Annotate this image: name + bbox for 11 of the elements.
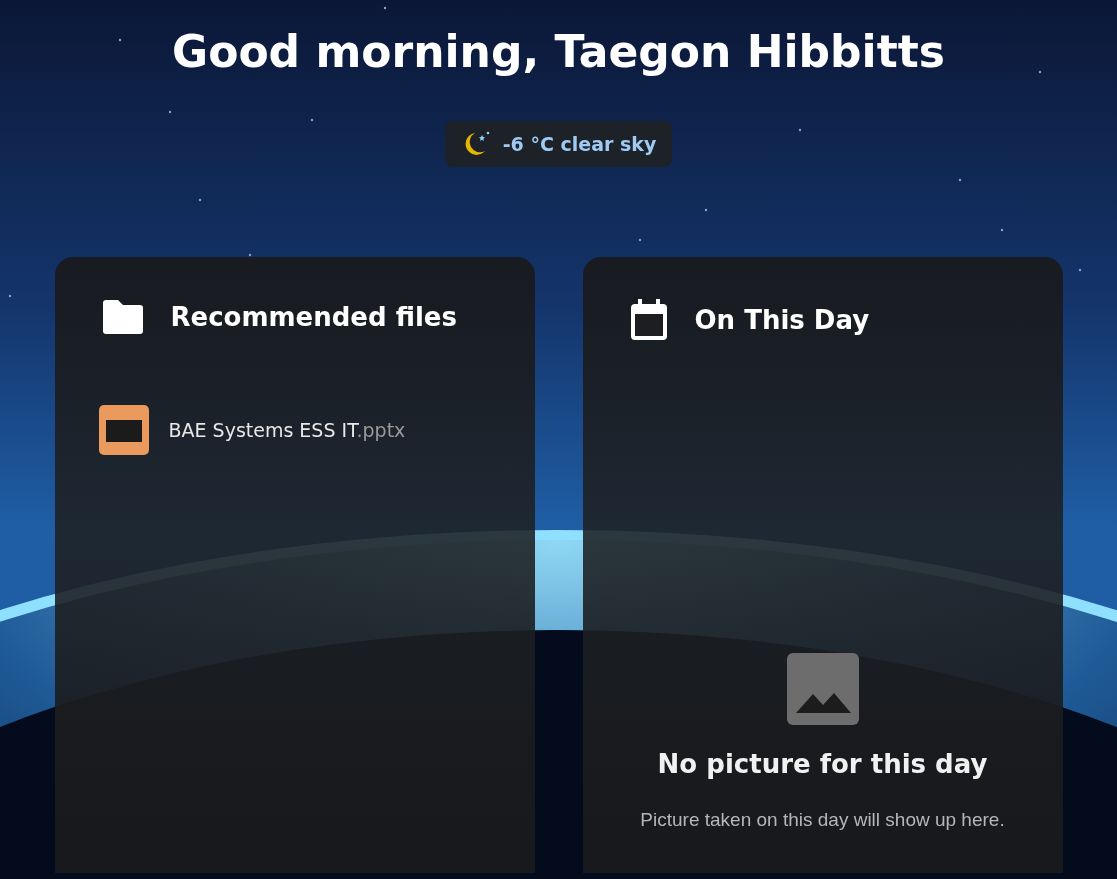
presentation-file-icon xyxy=(98,405,149,455)
greeting-heading: Good morning, Taegon Hibbitts xyxy=(172,26,945,77)
card-title: Recommended files xyxy=(170,302,457,332)
file-name[interactable]: BAE Systems ESS IT.pptx xyxy=(168,419,406,441)
empty-description: Picture taken on this day will show up here. xyxy=(640,809,1005,831)
weather-text: -6 °C clear sky xyxy=(502,133,657,155)
card-title: On This Day xyxy=(694,305,870,335)
calendar-icon xyxy=(628,299,669,341)
folder-icon xyxy=(100,299,145,335)
empty-title: No picture for this day xyxy=(657,749,988,779)
image-placeholder-icon xyxy=(786,653,859,725)
